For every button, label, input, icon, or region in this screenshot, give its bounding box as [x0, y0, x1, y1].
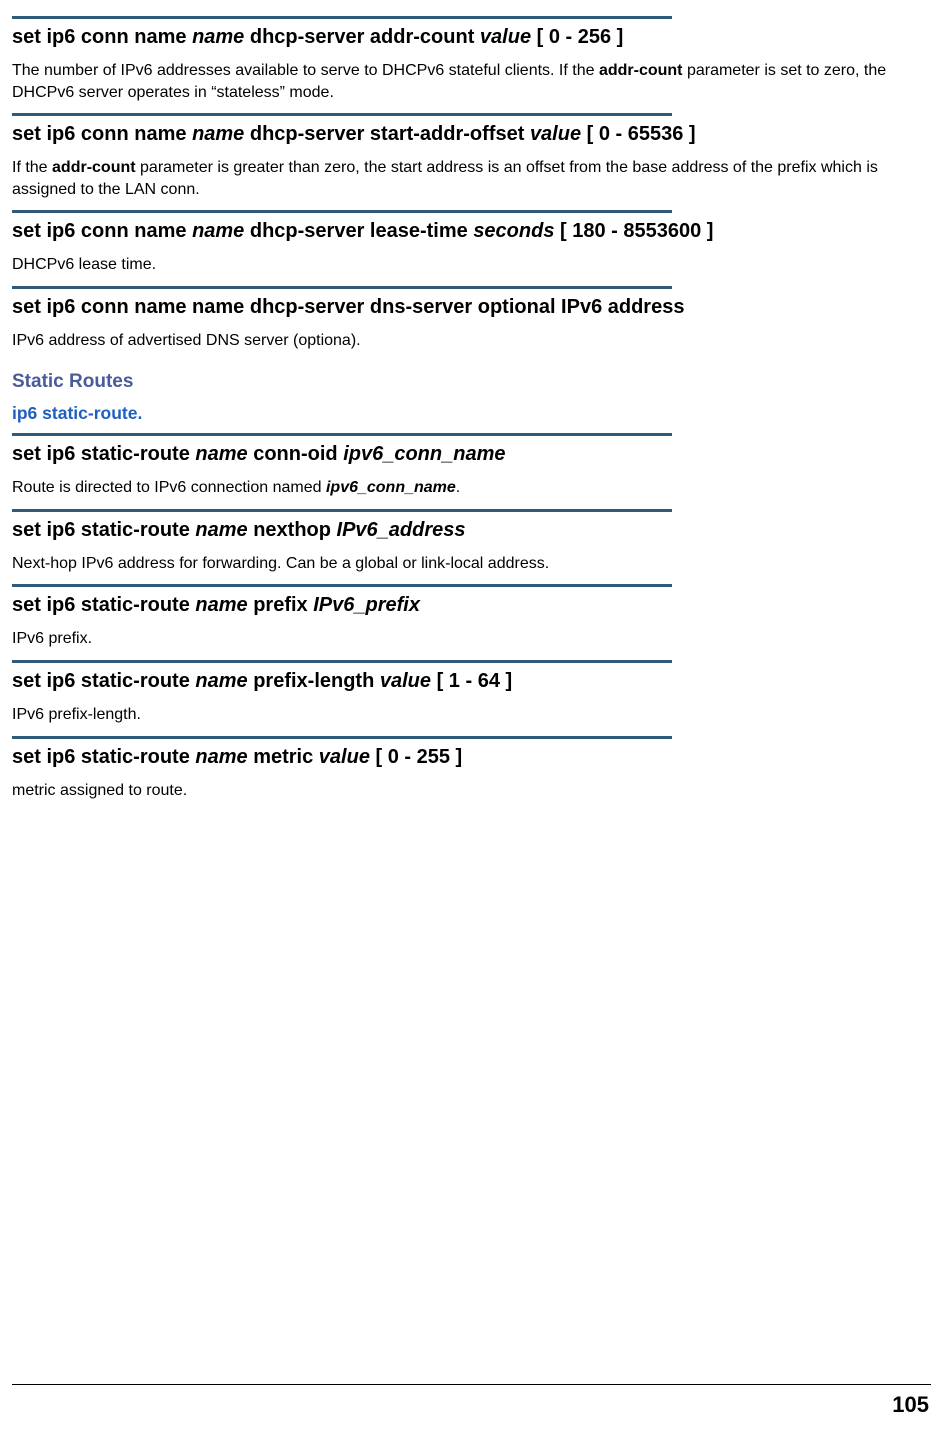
section-subtitle: ip6 static-route.	[12, 403, 931, 425]
page-number: 105	[892, 1391, 929, 1419]
cmd-italic: name	[192, 26, 244, 48]
command-description: metric assigned to route.	[12, 780, 930, 802]
command-title: set ip6 static-route name prefix IPv6_pr…	[12, 593, 931, 618]
cmd-italic: name	[192, 123, 244, 145]
separator	[12, 660, 672, 663]
cmd-text: [ 0 - 65536 ]	[581, 123, 696, 145]
separator	[12, 16, 672, 19]
desc-text: Next-hop IPv6 address for forwarding. Ca…	[12, 555, 549, 572]
command-description: If the addr-count parameter is greater t…	[12, 157, 930, 200]
separator	[12, 736, 672, 739]
command-title: set ip6 static-route name nexthop IPv6_a…	[12, 518, 931, 543]
cmd-italic: value	[480, 26, 531, 48]
cmd-text: set ip6 static-route	[12, 746, 195, 768]
cmd-italic: name	[195, 746, 247, 768]
command-title: set ip6 static-route name metric value […	[12, 745, 931, 770]
cmd-text: set ip6 static-route	[12, 443, 195, 465]
cmd-text: metric	[248, 746, 319, 768]
cmd-italic: value	[530, 123, 581, 145]
desc-text: DHCPv6 lease time.	[12, 256, 156, 273]
command-description: Route is directed to IPv6 connection nam…	[12, 477, 930, 499]
cmd-text: set ip6 conn name	[12, 123, 192, 145]
command-title: set ip6 conn name name dhcp-server dns-s…	[12, 295, 931, 320]
cmd-italic: ipv6_conn_name	[343, 443, 505, 465]
desc-text: The number of IPv6 addresses available t…	[12, 62, 599, 79]
cmd-text: [ 0 - 256 ]	[531, 26, 623, 48]
cmd-italic: IPv6_address	[337, 519, 466, 541]
command-title: set ip6 conn name name dhcp-server addr-…	[12, 25, 931, 50]
cmd-italic: name	[195, 670, 247, 692]
separator	[12, 433, 672, 436]
desc-text: IPv6 address of advertised DNS server (o…	[12, 332, 361, 349]
desc-text: IPv6 prefix.	[12, 630, 92, 647]
desc-bold: addr-count	[52, 159, 136, 176]
desc-text: parameter is greater than zero, the star…	[12, 159, 878, 198]
separator	[12, 286, 672, 289]
cmd-text: dhcp-server lease-time	[244, 220, 473, 242]
cmd-italic: name	[192, 220, 244, 242]
cmd-text: prefix	[248, 594, 314, 616]
desc-text: Route is directed to IPv6 connection nam…	[12, 479, 326, 496]
command-description: IPv6 address of advertised DNS server (o…	[12, 330, 930, 352]
cmd-italic: name	[195, 443, 247, 465]
cmd-text: [ 180 - 8553600 ]	[554, 220, 713, 242]
separator	[12, 509, 672, 512]
cmd-text: conn-oid	[248, 443, 344, 465]
page: set ip6 conn name name dhcp-server addr-…	[0, 0, 943, 1440]
command-description: DHCPv6 lease time.	[12, 254, 930, 276]
cmd-italic: IPv6_prefix	[313, 594, 420, 616]
command-description: IPv6 prefix-length.	[12, 704, 930, 726]
separator	[12, 584, 672, 587]
cmd-italic: value	[319, 746, 370, 768]
command-title: set ip6 conn name name dhcp-server start…	[12, 122, 931, 147]
cmd-text: set ip6 static-route	[12, 670, 195, 692]
desc-text: If the	[12, 159, 52, 176]
cmd-text: set ip6 conn name	[12, 220, 192, 242]
command-title: set ip6 conn name name dhcp-server lease…	[12, 219, 931, 244]
desc-text: IPv6 prefix-length.	[12, 706, 141, 723]
command-description: The number of IPv6 addresses available t…	[12, 60, 930, 103]
cmd-text: set ip6 conn name	[12, 26, 192, 48]
cmd-text: dhcp-server addr-count	[244, 26, 480, 48]
cmd-text: set ip6 conn name name dhcp-server dns-s…	[12, 296, 684, 318]
desc-text: .	[456, 479, 460, 496]
command-description: Next-hop IPv6 address for forwarding. Ca…	[12, 553, 930, 575]
section-title: Static Routes	[12, 370, 931, 394]
separator	[12, 210, 672, 213]
footer-rule	[12, 1384, 931, 1385]
desc-bold-italic: ipv6_conn_name	[326, 479, 456, 496]
cmd-italic: value	[380, 670, 431, 692]
command-title: set ip6 static-route name prefix-length …	[12, 669, 931, 694]
separator	[12, 113, 672, 116]
cmd-text: [ 0 - 255 ]	[370, 746, 462, 768]
cmd-text: [ 1 - 64 ]	[431, 670, 512, 692]
desc-bold: addr-count	[599, 62, 683, 79]
cmd-text: prefix-length	[248, 670, 380, 692]
command-description: IPv6 prefix.	[12, 628, 930, 650]
cmd-italic: name	[195, 519, 247, 541]
cmd-text: nexthop	[248, 519, 337, 541]
command-title: set ip6 static-route name conn-oid ipv6_…	[12, 442, 931, 467]
cmd-italic: name	[195, 594, 247, 616]
desc-text: metric assigned to route.	[12, 782, 187, 799]
cmd-italic: seconds	[473, 220, 554, 242]
cmd-text: set ip6 static-route	[12, 594, 195, 616]
cmd-text: set ip6 static-route	[12, 519, 195, 541]
cmd-text: dhcp-server start-addr-offset	[244, 123, 530, 145]
